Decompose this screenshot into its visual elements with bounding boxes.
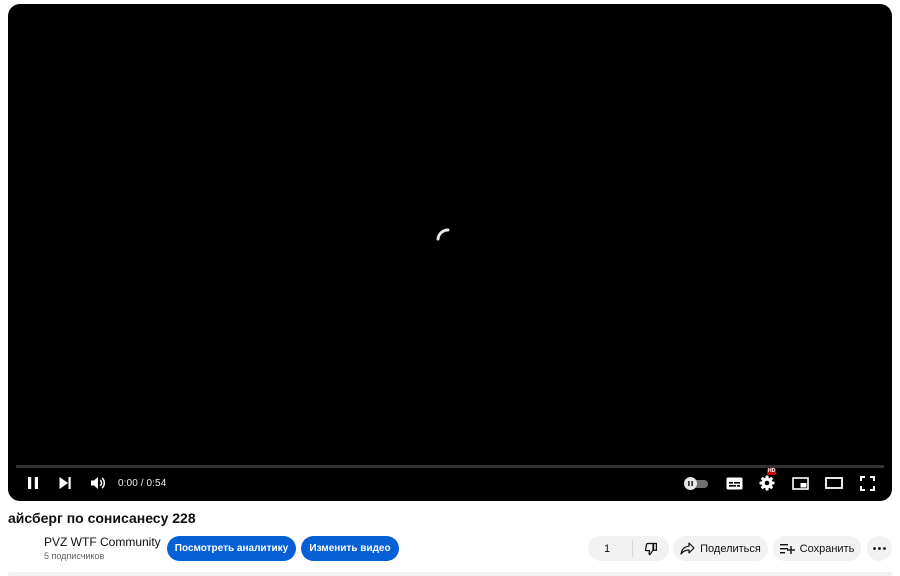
- pause-icon: [688, 481, 693, 486]
- save-button[interactable]: Сохранить: [773, 536, 861, 561]
- theater-mode-button[interactable]: [816, 465, 852, 501]
- save-label: Сохранить: [799, 542, 855, 555]
- channel-name[interactable]: PVZ WTF Community: [44, 535, 161, 549]
- volume-button[interactable]: [80, 465, 116, 501]
- volume-icon: [91, 477, 106, 489]
- fullscreen-icon: [859, 475, 875, 491]
- dislike-button[interactable]: [633, 536, 669, 561]
- more-horizontal-icon: [873, 547, 886, 550]
- like-button[interactable]: 1: [588, 536, 632, 561]
- gear-icon: [759, 475, 775, 491]
- theater-mode-icon: [825, 477, 843, 489]
- edit-video-button[interactable]: Изменить видео: [301, 536, 399, 561]
- miniplayer-icon: [791, 476, 809, 490]
- autoplay-knob: [684, 477, 697, 490]
- fullscreen-button[interactable]: [849, 465, 885, 501]
- share-icon: [680, 542, 695, 555]
- watch-page: 0:00 / 0:54 HD айсберг по сонисанесу 228…: [0, 0, 900, 576]
- share-label: Поделиться: [700, 542, 761, 555]
- subtitles-button[interactable]: [716, 465, 752, 501]
- more-actions-button[interactable]: [867, 536, 892, 561]
- subtitles-icon: [726, 477, 742, 489]
- view-analytics-button[interactable]: Посмотреть аналитику: [167, 536, 296, 561]
- playlist-add-icon: [779, 543, 795, 554]
- settings-button[interactable]: HD: [749, 465, 785, 501]
- pause-icon: [28, 477, 38, 489]
- like-count: 1: [604, 542, 611, 555]
- video-player[interactable]: 0:00 / 0:54 HD: [8, 4, 892, 501]
- hd-badge: HD: [767, 468, 777, 475]
- share-button[interactable]: Поделиться: [673, 536, 768, 561]
- video-title: айсберг по сонисанесу 228: [8, 510, 196, 526]
- miniplayer-button[interactable]: [782, 465, 818, 501]
- description-box-edge: [8, 572, 892, 576]
- like-dislike-group: 1: [588, 536, 669, 561]
- loading-spinner-icon: [436, 228, 450, 241]
- skip-next-icon: [59, 477, 71, 489]
- autoplay-toggle[interactable]: [684, 476, 710, 490]
- time-display: 0:00 / 0:54: [118, 477, 167, 489]
- pause-button[interactable]: [15, 465, 51, 501]
- player-controls: 0:00 / 0:54 HD: [8, 465, 892, 501]
- subscriber-count: 5 подписчиков: [44, 551, 105, 561]
- thumbs-down-icon: [644, 542, 658, 555]
- next-button[interactable]: [47, 465, 83, 501]
